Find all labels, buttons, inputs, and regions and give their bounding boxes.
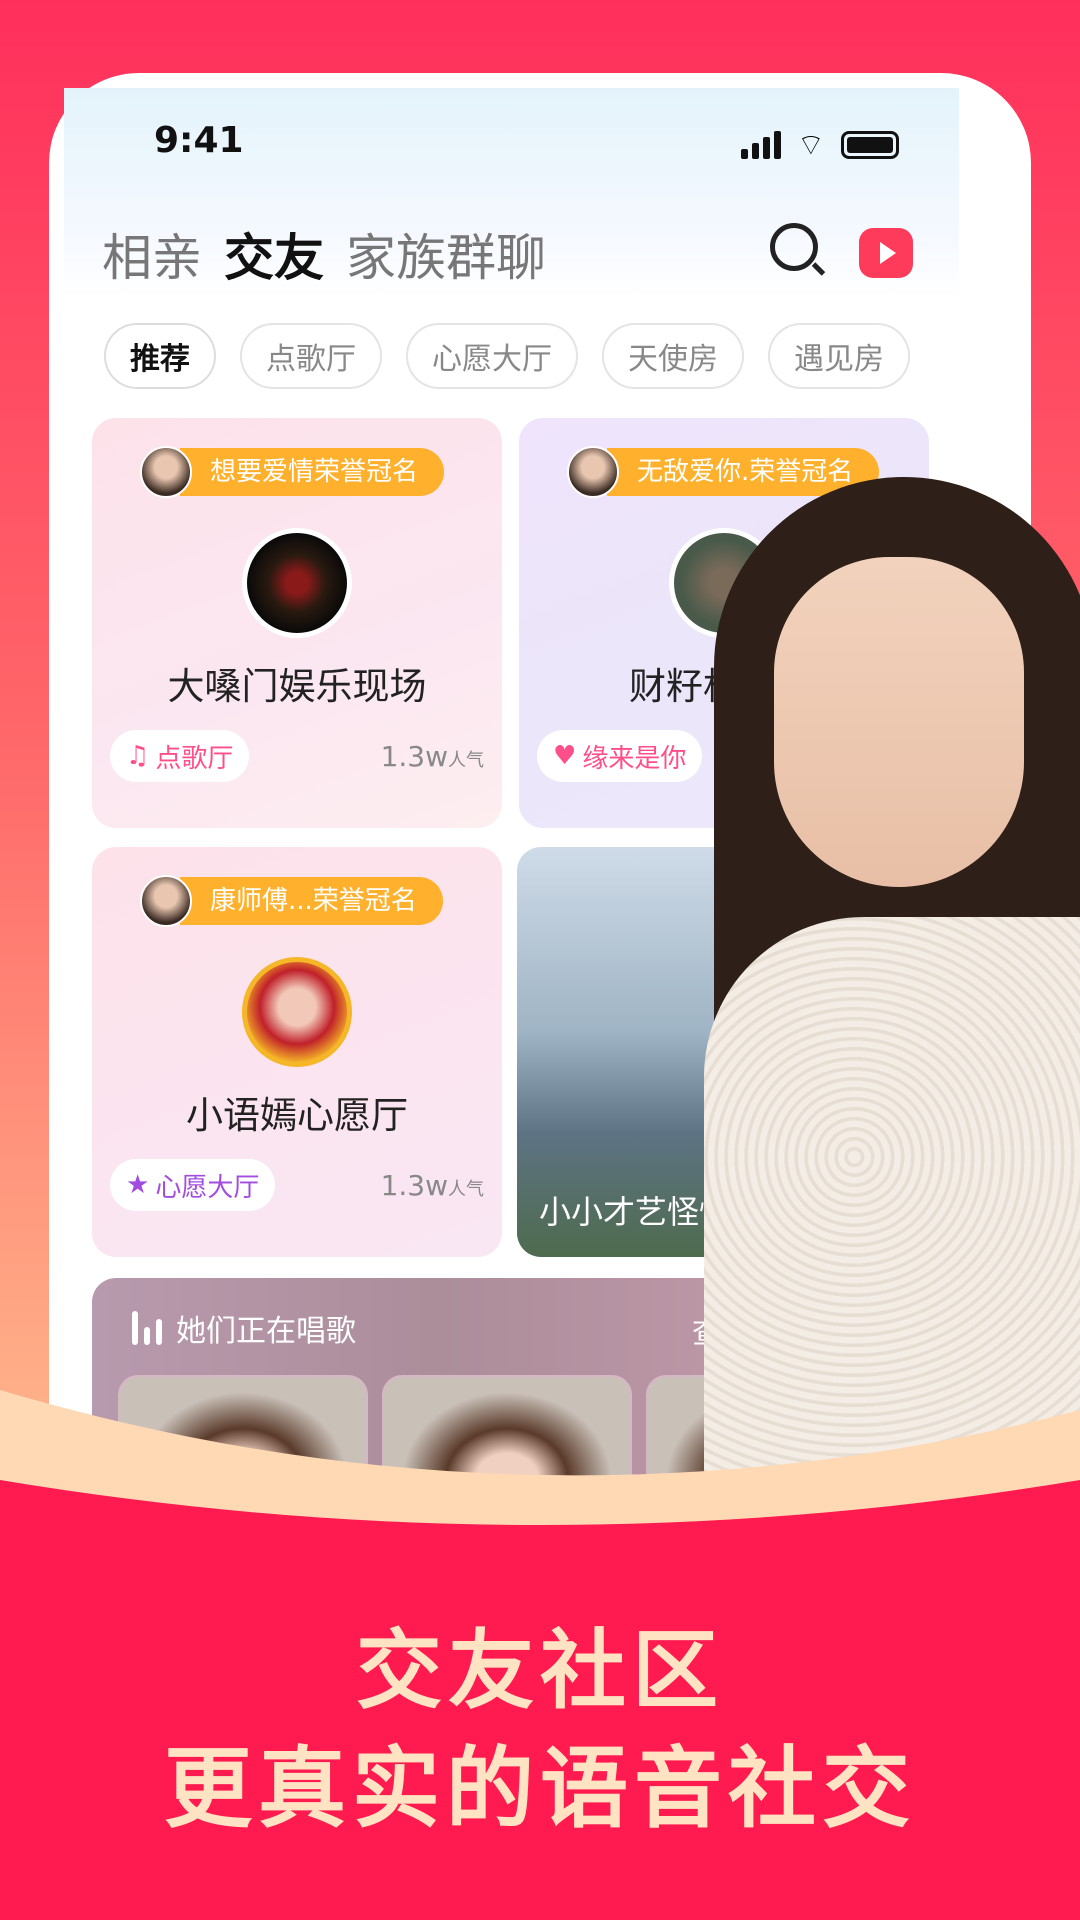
equalizer-icon (132, 1311, 162, 1345)
singing-title: 她们正在唱歌 (176, 1314, 356, 1349)
status-icons: ⌔ (740, 126, 899, 164)
chip-wish-hall[interactable]: 心愿大厅 (406, 323, 578, 389)
promo-subheadline: 更真实的语音社交 (163, 1737, 916, 1840)
popularity-unit: 人气 (448, 1179, 484, 1200)
star-icon: ★ (126, 1170, 150, 1200)
room-avatar (242, 528, 352, 638)
tag-label: 点歌厅 (155, 743, 234, 774)
room-title: 大嗓门娱乐现场 (167, 665, 427, 708)
popularity-value: 1.3w (380, 740, 448, 773)
singing-header: 她们正在唱歌 (132, 1306, 356, 1350)
room-card[interactable]: 康师傅...荣誉冠名 小语嫣心愿厅 ★ 心愿大厅 1.3w人气 (92, 847, 502, 1257)
status-time: 9:41 (154, 120, 244, 161)
top-tabs: 相亲 交友 家族群聊 (102, 218, 546, 290)
chip-meet-room[interactable]: 遇见房 (768, 323, 910, 389)
crown-badge: 康师傅...荣誉冠名 (140, 875, 443, 927)
tag-label: 缘来是你 (582, 743, 687, 774)
chip-angel-room[interactable]: 天使房 (602, 323, 744, 389)
tab-jiaoyou[interactable]: 交友 (224, 218, 324, 290)
signal-icon (740, 131, 781, 159)
crown-badge: 想要爱情荣誉冠名 (140, 446, 445, 498)
music-note-icon: ♫ (126, 741, 150, 771)
tab-xiangqin[interactable]: 相亲 (102, 218, 202, 290)
room-tag: ♫ 点歌厅 (110, 730, 250, 782)
wifi-icon: ⌔ (796, 128, 825, 163)
chip-recommend[interactable]: 推荐 (104, 323, 216, 389)
heart-icon: ♥ (553, 741, 577, 771)
room-title: 小语嫣心愿厅 (186, 1094, 408, 1137)
crown-label: 想要爱情荣誉冠名 (180, 448, 445, 496)
room-avatar (242, 957, 352, 1067)
category-chips: 推荐 点歌厅 心愿大厅 天使房 遇见房 (104, 323, 910, 389)
room-tag: ★ 心愿大厅 (110, 1159, 276, 1211)
live-tv-icon[interactable] (859, 228, 913, 278)
avatar (140, 875, 192, 927)
battery-icon (841, 131, 899, 159)
model-photo (704, 477, 1080, 1507)
popularity: 1.3w人气 (381, 1169, 484, 1202)
room-tag: ♥ 缘来是你 (537, 730, 703, 782)
popularity-value: 1.3w (380, 1169, 448, 1202)
tab-family-chat[interactable]: 家族群聊 (346, 218, 546, 290)
crown-label: 康师傅...荣誉冠名 (180, 877, 443, 925)
popularity-unit: 人气 (448, 750, 484, 771)
popularity: 1.3w人气 (381, 740, 484, 773)
avatar (567, 446, 619, 498)
promo-headline: 交友社区 (356, 1621, 724, 1721)
tag-label: 心愿大厅 (155, 1172, 260, 1203)
room-card[interactable]: 想要爱情荣誉冠名 大嗓门娱乐现场 ♫ 点歌厅 1.3w人气 (92, 418, 502, 828)
chip-song-hall[interactable]: 点歌厅 (240, 323, 382, 389)
avatar (140, 446, 192, 498)
search-icon[interactable] (770, 223, 818, 271)
